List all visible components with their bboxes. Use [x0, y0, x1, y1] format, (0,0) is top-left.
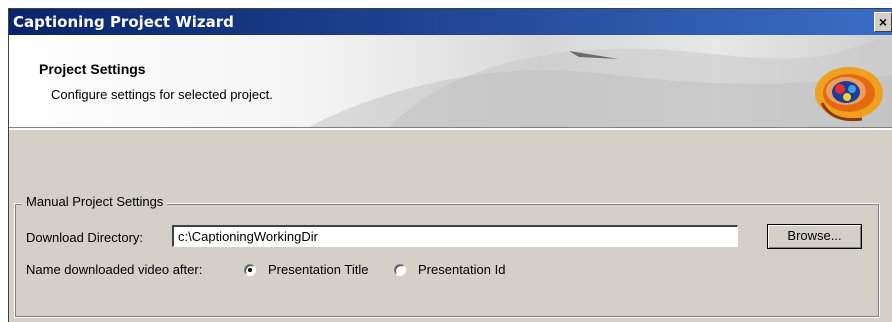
group-legend: Manual Project Settings [22, 194, 168, 209]
manual-settings-group [14, 203, 880, 318]
page-subtitle: Configure settings for selected project. [51, 87, 273, 102]
window-title: Captioning Project Wizard [13, 13, 234, 31]
browse-button[interactable]: Browse... [767, 224, 862, 249]
presentation-title-label[interactable]: Presentation Title [268, 262, 368, 277]
radio-selected-dot [248, 268, 252, 272]
header-divider [9, 127, 892, 130]
presentation-id-label[interactable]: Presentation Id [418, 262, 505, 277]
close-icon: × [878, 14, 888, 30]
captioning-logo-icon [815, 67, 883, 122]
presentation-id-radio[interactable] [394, 264, 406, 276]
page-title: Project Settings [39, 61, 146, 77]
header-swoosh-decoration [309, 35, 892, 127]
download-directory-label: Download Directory: [26, 230, 144, 245]
download-directory-input[interactable] [172, 225, 738, 247]
title-bar[interactable]: Captioning Project Wizard × [9, 9, 892, 35]
close-button[interactable]: × [874, 12, 892, 32]
wizard-header: Project Settings Configure settings for … [9, 35, 892, 128]
name-after-label: Name downloaded video after: [26, 262, 203, 277]
presentation-title-radio[interactable] [244, 264, 256, 276]
